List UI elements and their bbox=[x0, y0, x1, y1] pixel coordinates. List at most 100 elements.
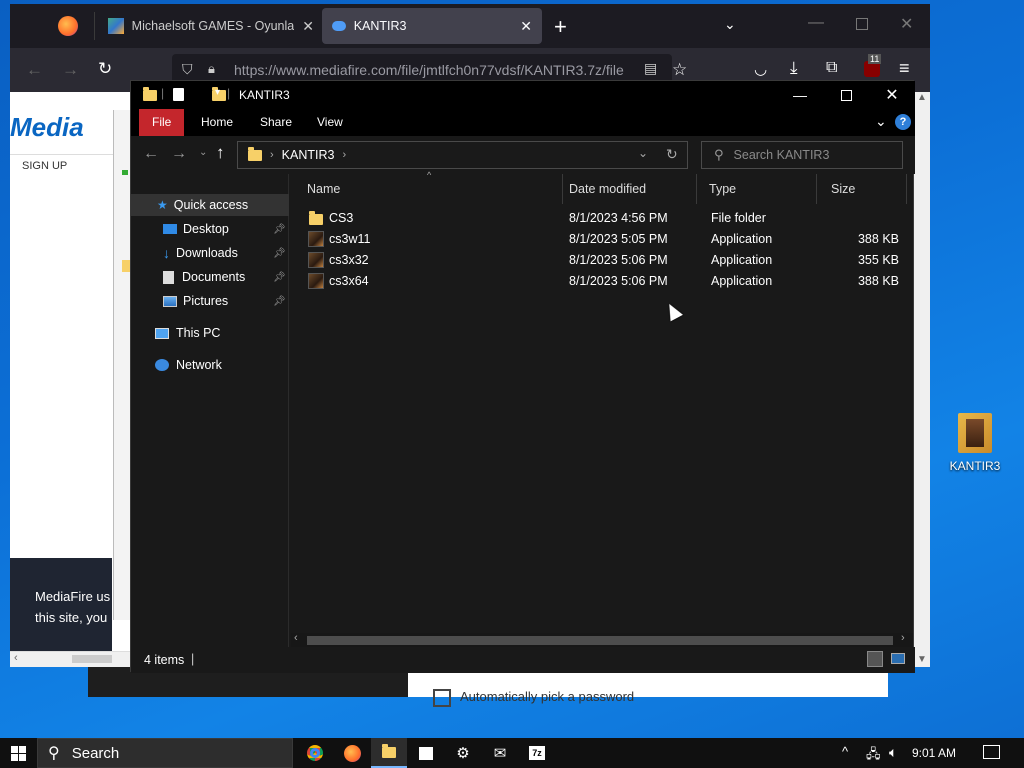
bookmark-star-icon[interactable]: ☆ bbox=[672, 60, 687, 80]
shield-icon: ⛉ bbox=[182, 61, 193, 77]
chrome-icon[interactable] bbox=[297, 738, 333, 768]
pin-icon[interactable]: 📌︎ bbox=[273, 224, 286, 235]
ribbon-share[interactable]: Share bbox=[247, 109, 305, 136]
pocket-icon[interactable]: ◡ bbox=[754, 60, 767, 78]
pin-icon[interactable]: 📌︎ bbox=[273, 272, 286, 283]
forward-icon[interactable]: → bbox=[62, 60, 79, 80]
menu-icon[interactable]: ≡ bbox=[899, 58, 910, 79]
table-row[interactable]: cs3w11 8/1/2023 5:05 PM Application 388 … bbox=[291, 229, 913, 250]
column-size[interactable]: Size bbox=[817, 174, 907, 204]
breadcrumb[interactable]: KANTIR3 bbox=[282, 148, 335, 162]
address-bar[interactable]: › KANTIR3 › ⌄ ↻ bbox=[237, 141, 688, 169]
notifications-icon[interactable] bbox=[983, 745, 1000, 759]
ribbon-tabs: File Home Share View ⌄ ? bbox=[131, 109, 915, 136]
start-windows-icon[interactable] bbox=[11, 746, 26, 761]
refresh-icon[interactable]: ↻ bbox=[666, 146, 678, 163]
expand-ribbon-icon[interactable]: ⌄ bbox=[875, 113, 887, 130]
column-name[interactable]: Name bbox=[291, 174, 563, 204]
ribbon-view[interactable]: View bbox=[304, 109, 356, 136]
nav-network[interactable]: Network bbox=[131, 354, 289, 376]
tab-close-icon[interactable]: ✕ bbox=[302, 18, 314, 35]
minimize-icon[interactable]: — bbox=[808, 14, 824, 32]
firefox-icon[interactable] bbox=[334, 738, 370, 768]
nav-downloads[interactable]: ↓ Downloads 📌︎ bbox=[131, 242, 289, 264]
explorer-maximize-icon[interactable] bbox=[823, 81, 869, 109]
chevron-right-icon[interactable]: › bbox=[342, 149, 346, 161]
navigation-pane: ★ Quick access Desktop 📌︎ ↓ Downloads 📌︎… bbox=[131, 174, 289, 647]
nav-documents[interactable]: Documents 📌︎ bbox=[131, 266, 289, 288]
pictures-icon bbox=[163, 295, 177, 307]
extensions-icon[interactable]: ⧉ bbox=[826, 59, 837, 77]
horizontal-scrollbar[interactable]: ‹ bbox=[10, 651, 130, 667]
seven-zip-icon[interactable]: 7z bbox=[519, 738, 555, 768]
tab-kantir3[interactable]: KANTIR3 ✕ bbox=[322, 8, 542, 44]
address-toolbar: ← → ⌄ ↑ › KANTIR3 › ⌄ ↻ ⚲ Search KANTIR3 bbox=[131, 136, 915, 174]
nav-this-pc[interactable]: This PC bbox=[131, 322, 289, 344]
application-icon bbox=[308, 273, 324, 289]
vertical-scrollbar[interactable]: ▲ ▼ bbox=[914, 92, 930, 667]
downloads-icon[interactable]: ⤓ bbox=[790, 58, 798, 78]
search-input[interactable]: ⚲ Search KANTIR3 bbox=[701, 141, 903, 169]
tab-michaelsoft[interactable]: Michaelsoft GAMES - Oyunların ✕ bbox=[98, 8, 324, 44]
chevron-up-icon[interactable]: ^ bbox=[842, 744, 848, 759]
table-row[interactable]: cs3x32 8/1/2023 5:06 PM Application 355 … bbox=[291, 250, 913, 271]
back-arrow-icon[interactable]: ← bbox=[143, 145, 159, 163]
pin-icon[interactable]: 📌︎ bbox=[273, 296, 286, 307]
address-dropdown-icon[interactable]: ⌄ bbox=[638, 146, 648, 160]
reload-icon[interactable]: ↻ bbox=[98, 59, 112, 79]
firefox-view-icon[interactable] bbox=[58, 16, 78, 36]
file-list-scrollbar[interactable]: ‹ › bbox=[291, 632, 913, 647]
details-view-icon[interactable] bbox=[867, 651, 883, 667]
forward-arrow-icon[interactable]: → bbox=[171, 145, 187, 163]
status-bar: 4 items | bbox=[131, 647, 915, 673]
network-tray-icon[interactable]: 🖧︎ bbox=[866, 745, 881, 767]
ribbon-file[interactable]: File bbox=[139, 109, 185, 136]
nav-pictures[interactable]: Pictures 📌︎ bbox=[131, 290, 289, 312]
new-tab-icon[interactable]: + bbox=[554, 14, 567, 40]
clock[interactable]: 9:01 AM bbox=[912, 738, 956, 768]
item-count: 4 items bbox=[144, 653, 185, 667]
ribbon-home[interactable]: Home bbox=[188, 109, 246, 136]
scroll-right-icon[interactable]: › bbox=[901, 632, 905, 644]
table-row[interactable]: cs3x64 8/1/2023 5:06 PM Application 388 … bbox=[291, 271, 913, 292]
close-window-icon[interactable]: ✕ bbox=[900, 14, 913, 34]
table-row[interactable]: CS3 8/1/2023 4:56 PM File folder bbox=[291, 208, 913, 229]
list-tabs-icon[interactable]: ⌄ bbox=[724, 16, 736, 33]
taskbar-search[interactable]: ⚲ Search bbox=[37, 738, 293, 768]
maximize-icon[interactable] bbox=[856, 18, 868, 30]
desktop-icon-kantir3[interactable]: KANTIR3 bbox=[944, 413, 1006, 473]
explorer-minimize-icon[interactable]: — bbox=[777, 81, 823, 109]
back-icon[interactable]: ← bbox=[26, 60, 43, 80]
reader-view-icon[interactable]: ▤ bbox=[644, 60, 657, 77]
explorer-title: KANTIR3 bbox=[239, 88, 290, 102]
auto-password-checkbox[interactable] bbox=[433, 689, 451, 707]
volume-icon[interactable]: 🔈︎ bbox=[889, 744, 897, 761]
pin-icon[interactable]: 📌︎ bbox=[273, 248, 286, 259]
tab-close-icon[interactable]: ✕ bbox=[520, 18, 532, 35]
recent-locations-icon[interactable]: ⌄ bbox=[199, 147, 207, 158]
chevron-right-icon: › bbox=[270, 149, 274, 161]
file-explorer-window: | ▾ | KANTIR3 — ✕ File Home Share View ⌄… bbox=[130, 80, 915, 673]
store-icon[interactable] bbox=[408, 738, 444, 768]
nav-desktop[interactable]: Desktop 📌︎ bbox=[131, 218, 289, 240]
signup-link[interactable]: SIGN UP bbox=[22, 160, 67, 172]
large-icons-view-icon[interactable] bbox=[891, 653, 905, 664]
file-explorer-icon[interactable] bbox=[371, 738, 407, 768]
download-arrow-icon: ↓ bbox=[163, 245, 170, 261]
lock-icon: 🔒︎ bbox=[208, 61, 215, 76]
settings-gear-icon[interactable]: ⚙ bbox=[445, 738, 481, 768]
nav-quick-access[interactable]: ★ Quick access bbox=[131, 194, 289, 216]
quick-access-toolbar-icon[interactable]: ▾ bbox=[215, 87, 220, 98]
properties-icon[interactable] bbox=[173, 88, 184, 101]
explorer-close-icon[interactable]: ✕ bbox=[869, 81, 915, 109]
help-icon[interactable]: ? bbox=[895, 114, 911, 130]
scroll-left-icon[interactable]: ‹ bbox=[294, 632, 298, 644]
tab-favicon-icon bbox=[108, 18, 124, 34]
mail-icon[interactable]: ✉ bbox=[482, 738, 518, 768]
column-type[interactable]: Type bbox=[697, 174, 817, 204]
desktop-icon bbox=[163, 224, 177, 234]
column-date-modified[interactable]: Date modified bbox=[553, 174, 697, 204]
mediafire-logo: Media bbox=[10, 112, 84, 142]
up-arrow-icon[interactable]: ↑ bbox=[216, 143, 225, 163]
extension-badge: 11 bbox=[868, 54, 882, 64]
